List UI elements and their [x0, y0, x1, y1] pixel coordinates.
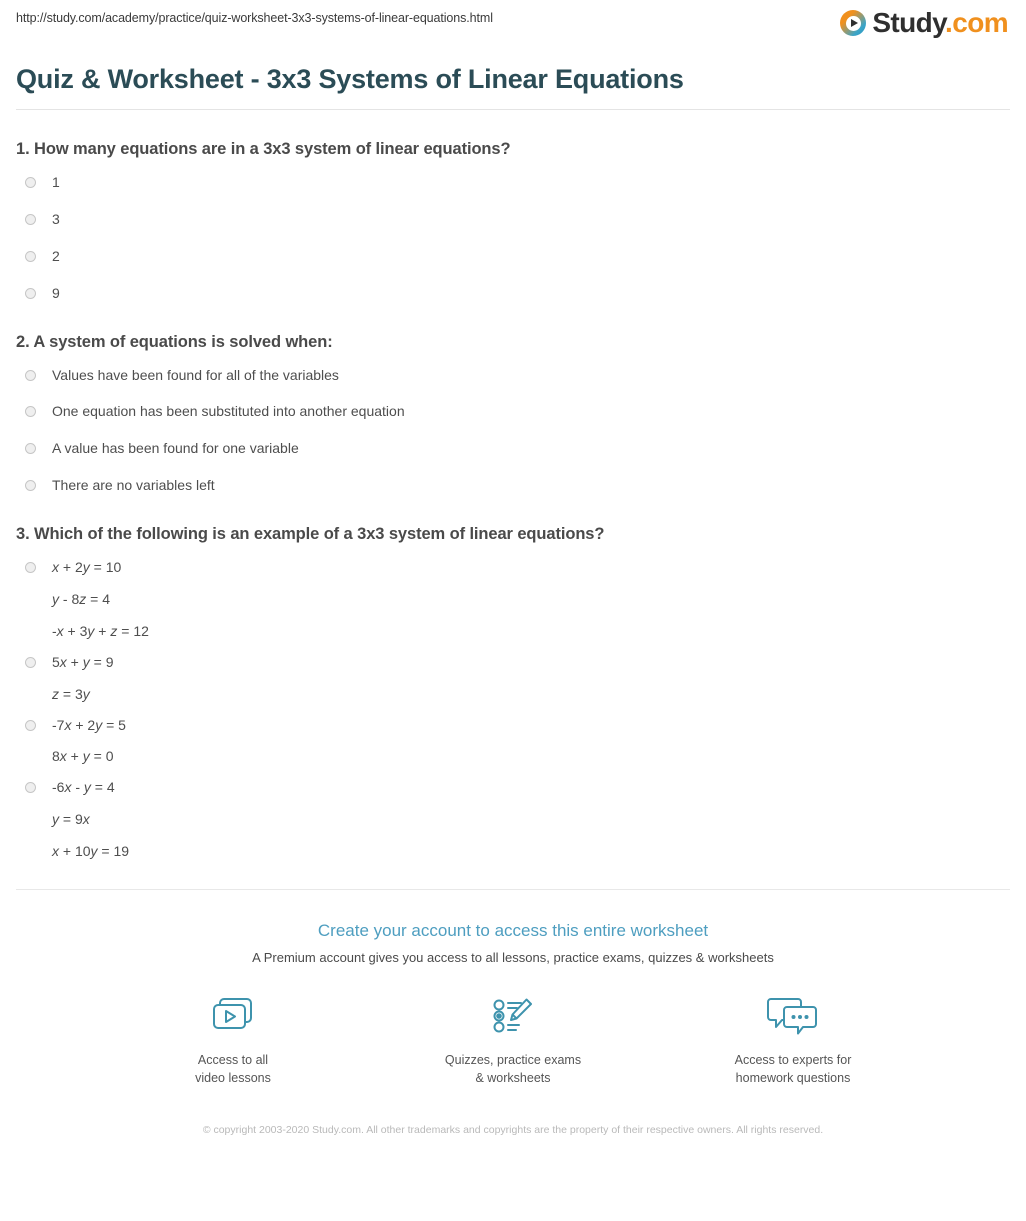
radio-button-icon[interactable] [25, 369, 36, 381]
option-row[interactable]: 3 [16, 210, 1010, 229]
question-text-2: 2. A system of equations is solved when: [16, 332, 333, 351]
option-row[interactable]: 1 [16, 173, 1010, 192]
caption-line-2: & worksheets [475, 1071, 551, 1086]
equation-line: y = 9x [52, 811, 90, 828]
radio-button-icon[interactable] [25, 656, 36, 668]
brand-name: Study [872, 7, 946, 38]
option-label: 9 [52, 284, 60, 301]
option-row[interactable]: A value has been found for one variable [16, 439, 1010, 458]
equation-line: 8x + y = 0 [52, 748, 114, 765]
equation-line: -6x - y = 4 [52, 779, 115, 796]
equation-line: -x + 3y + z = 12 [52, 622, 149, 639]
caption-line-1: Quizzes, practice exams [444, 1053, 582, 1068]
video-lessons-icon [207, 992, 259, 1040]
copyright-text: © copyright 2003-2020 Study.com. All oth… [202, 1124, 824, 1137]
caption-line-1: Access to all [197, 1053, 269, 1068]
title-divider [16, 109, 1010, 110]
option-label: 1 [52, 174, 60, 190]
feature-caption: Access to experts for homework questions [735, 1051, 852, 1087]
option-row[interactable]: One equation has been substituted into a… [16, 402, 1010, 421]
quiz-pencil-icon [487, 992, 539, 1040]
feature-experts: Access to experts for homework questions [718, 992, 868, 1087]
option-label: There are no variables left [52, 477, 215, 494]
option-label: 5x + y = 9 z = 3y [52, 653, 114, 704]
features-list: Access to all video lessons Quizzes, pra… [0, 992, 1026, 1087]
url-text: http://study.com/academy/practice/quiz-w… [16, 11, 493, 25]
equation-line: z = 3y [52, 685, 90, 702]
question-block-1: 1. How many equations are in a 3x3 syste… [16, 140, 1010, 303]
option-row[interactable]: -7x + 2y = 5 8x + y = 0 [16, 716, 1010, 767]
promo-section: Create your account to access this entir… [0, 890, 1026, 1139]
caption-line-1: Access to experts for [734, 1053, 852, 1068]
caption-line-2: video lessons [195, 1071, 271, 1086]
option-label: -6x - y = 4 y = 9x x + 10y = 19 [52, 778, 129, 861]
option-label: 2 [52, 247, 60, 264]
option-row[interactable]: There are no variables left [16, 476, 1010, 495]
caption-line-2: homework questions [735, 1071, 851, 1086]
radio-button-icon[interactable] [25, 443, 36, 455]
play-circle-icon [840, 10, 867, 36]
radio-button-icon[interactable] [25, 250, 36, 262]
chat-bubbles-icon [765, 992, 821, 1040]
study-com-logo[interactable]: Study.com [840, 9, 1009, 37]
option-row[interactable]: -6x - y = 4 y = 9x x + 10y = 19 [16, 778, 1010, 861]
feature-video-lessons: Access to all video lessons [158, 992, 308, 1087]
create-account-link[interactable]: Create your account to access this entir… [0, 921, 1026, 941]
option-label: A value has been found for one variable [52, 440, 299, 457]
equation-line: x + 10y = 19 [52, 843, 130, 860]
option-label: 3 [52, 210, 60, 227]
brand-suffix: .com [945, 7, 1009, 38]
option-label: Values have been found for all of the va… [52, 366, 339, 383]
feature-caption: Access to all video lessons [195, 1051, 271, 1087]
option-label: x + 2y = 10 y - 8z = 4 -x + 3y + z = 12 [52, 558, 149, 641]
feature-caption: Quizzes, practice exams & worksheets [445, 1051, 581, 1087]
option-label: One equation has been substituted into a… [52, 403, 405, 420]
question-block-2: 2. A system of equations is solved when:… [16, 333, 1010, 496]
equation-line: x + 2y = 10 [52, 559, 122, 576]
question-block-3: 3. Which of the following is an example … [16, 525, 1010, 861]
brand-wordmark: Study.com [872, 9, 1008, 37]
option-row[interactable]: 2 [16, 247, 1010, 266]
page-header: http://study.com/academy/practice/quiz-w… [0, 0, 1026, 50]
option-row[interactable]: x + 2y = 10 y - 8z = 4 -x + 3y + z = 12 [16, 558, 1010, 641]
equation-line: -7x + 2y = 5 [52, 716, 126, 733]
radio-button-icon[interactable] [25, 719, 36, 731]
option-label: -7x + 2y = 5 8x + y = 0 [52, 716, 126, 767]
option-row[interactable]: Values have been found for all of the va… [16, 366, 1010, 385]
question-text-3: 3. Which of the following is an example … [16, 525, 605, 544]
promo-subtext: A Premium account gives you access to al… [252, 950, 774, 966]
equation-line: 5x + y = 9 [52, 653, 114, 670]
radio-button-icon[interactable] [25, 177, 36, 188]
radio-button-icon[interactable] [25, 562, 36, 574]
question-text-1: 1. How many equations are in a 3x3 syste… [16, 140, 511, 158]
radio-button-icon[interactable] [25, 480, 36, 492]
radio-button-icon[interactable] [25, 287, 36, 299]
equation-line: y - 8z = 4 [52, 591, 110, 608]
option-row[interactable]: 9 [16, 284, 1010, 303]
questions-list: 1. How many equations are in a 3x3 syste… [0, 140, 1026, 861]
radio-button-icon[interactable] [25, 406, 36, 418]
option-row[interactable]: 5x + y = 9 z = 3y [16, 653, 1010, 704]
radio-button-icon[interactable] [25, 782, 36, 794]
page-title: Quiz & Worksheet - 3x3 Systems of Linear… [16, 64, 684, 94]
radio-button-icon[interactable] [25, 213, 36, 225]
feature-quizzes: Quizzes, practice exams & worksheets [438, 992, 588, 1087]
